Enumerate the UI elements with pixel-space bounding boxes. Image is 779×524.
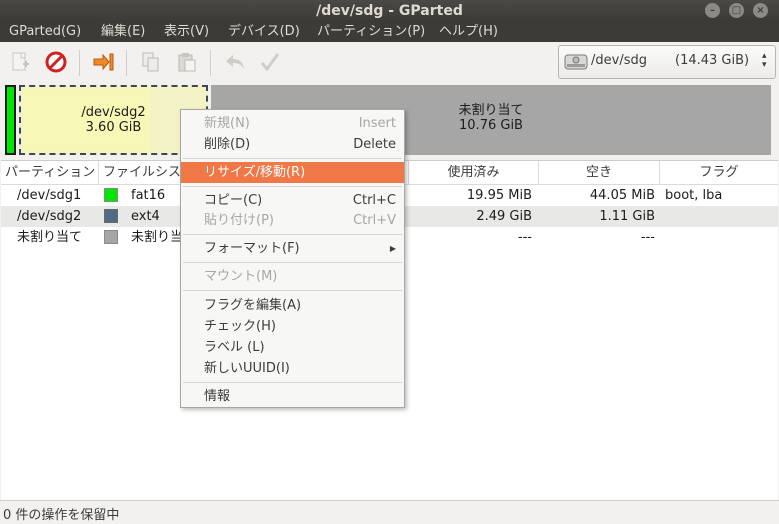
partition-bar-sdg2-name: /dev/sdg2 [81,105,146,120]
menu-item-resize-move[interactable]: リサイズ/移動(R) [181,162,404,183]
fs-color-swatch [104,188,118,202]
menu-item-paste[interactable]: 貼り付け(P) Ctrl+V [181,210,404,231]
menu-item-format[interactable]: フォーマット(F) ▶ [181,238,404,259]
column-header-free[interactable]: 空き [539,161,660,185]
submenu-arrow-icon: ▶ [389,244,396,253]
menu-item-label: コピー(C) [204,193,263,208]
menu-item-accel: Delete [353,137,396,152]
menu-item-label: 新しいUUID(I) [204,361,290,376]
partition-bar-sdg2-label: /dev/sdg2 3.60 GiB [21,105,206,135]
row-filesystem: ext4 [131,209,160,224]
menu-separator [183,382,402,383]
menu-edit[interactable]: 編集(E) [101,22,145,42]
menu-item-mount[interactable]: マウント(M) [181,266,404,287]
menu-item-delete[interactable]: 削除(D) Delete [181,134,404,155]
menu-item-label: リサイズ/移動(R) [204,165,306,180]
column-header-flags[interactable]: フラグ [660,161,778,185]
row-filesystem: fat16 [131,188,166,203]
menu-item-label: 新規(N) [204,116,250,131]
row-used: --- [517,230,532,245]
menu-item-label: フォーマット(F) [204,241,300,256]
row-partition: /dev/sdg2 [17,209,82,224]
menu-item-information[interactable]: 情報 [181,386,404,407]
fs-color-swatch [104,209,118,223]
menu-item-accel: Ctrl+C [352,193,396,208]
maximize-icon[interactable]: □ [729,3,744,18]
menu-separator [183,262,402,263]
menu-item-accel: Ctrl+V [353,213,396,228]
menu-view[interactable]: 表示(V) [164,22,209,42]
menu-separator [183,290,402,291]
menu-item-label: ラベル (L) [204,340,265,355]
menu-item-check[interactable]: チェック(H) [181,316,404,337]
context-menu: 新規(N) Insert 削除(D) Delete リサイズ/移動(R) コピー… [180,109,405,408]
menu-gparted[interactable]: GParted(G) [9,22,81,42]
menu-device[interactable]: デバイス(D) [228,22,300,42]
resize-icon[interactable] [91,50,115,74]
row-free: 1.11 GiB [599,209,655,224]
row-free: 44.05 MiB [589,188,655,203]
close-icon[interactable]: × [753,3,768,18]
delete-icon[interactable] [44,50,68,74]
toolbar-separator [210,50,211,76]
menu-item-label: 貼り付け(P) [204,213,274,228]
partition-bar-sdg2-size: 3.60 GiB [85,120,142,135]
toolbar-separator [79,50,80,76]
column-header-used[interactable]: 使用済み [409,161,539,185]
menu-help[interactable]: ヘルプ(H) [439,22,498,42]
partition-bar-sdg1[interactable] [5,85,16,155]
menu-item-label: 情報 [204,389,231,404]
menu-item-copy[interactable]: コピー(C) Ctrl+C [181,190,404,211]
row-partition: /dev/sdg1 [17,188,82,203]
menu-item-new[interactable]: 新規(N) Insert [181,113,404,134]
row-free: --- [640,230,655,245]
device-name: /dev/sdg [591,53,647,68]
status-bar: 0 件の操作を保留中 [0,500,779,524]
new-icon[interactable] [8,50,32,74]
column-header-partition[interactable]: パーティション [1,161,99,185]
window-title: /dev/sdg - GParted [316,3,463,19]
menu-bar: GParted(G) 編集(E) 表示(V) デバイス(D) パーティション(P… [0,22,779,42]
menu-item-label: マウント(M) [204,269,278,284]
menu-item-accel: Insert [358,116,396,131]
menu-partition[interactable]: パーティション(P) [317,22,425,42]
row-flags: boot, lba [665,188,723,203]
menu-separator [183,186,402,187]
menu-item-label: チェック(H) [204,319,276,334]
undo-icon[interactable] [223,50,247,74]
menu-item-label-partition[interactable]: ラベル (L) [181,337,404,358]
combo-arrows-icon: ▴ ▾ [762,51,767,70]
row-used: 2.49 GiB [476,209,532,224]
fs-color-swatch [104,230,118,244]
menu-item-new-uuid[interactable]: 新しいUUID(I) [181,358,404,379]
menu-item-label: フラグを編集(A) [204,298,302,313]
status-text: 0 件の操作を保留中 [3,508,120,523]
row-used: 19.95 MiB [466,188,532,203]
copy-icon[interactable] [139,50,163,74]
menu-separator [183,158,402,159]
disk-icon [564,51,588,77]
device-selector[interactable]: /dev/sdg (14.43 GiB) ▴ ▾ [558,45,776,79]
menu-separator [183,234,402,235]
minimize-icon[interactable]: – [705,3,720,18]
menu-item-label: 削除(D) [204,137,251,152]
apply-icon[interactable] [258,50,282,74]
row-partition: 未割り当て [17,230,83,245]
menu-item-edit-flags[interactable]: フラグを編集(A) [181,295,404,316]
paste-icon[interactable] [175,50,199,74]
device-size: (14.43 GiB) [675,53,750,68]
toolbar-separator [126,50,127,76]
row-filesystem: 未割り当 [131,230,184,245]
